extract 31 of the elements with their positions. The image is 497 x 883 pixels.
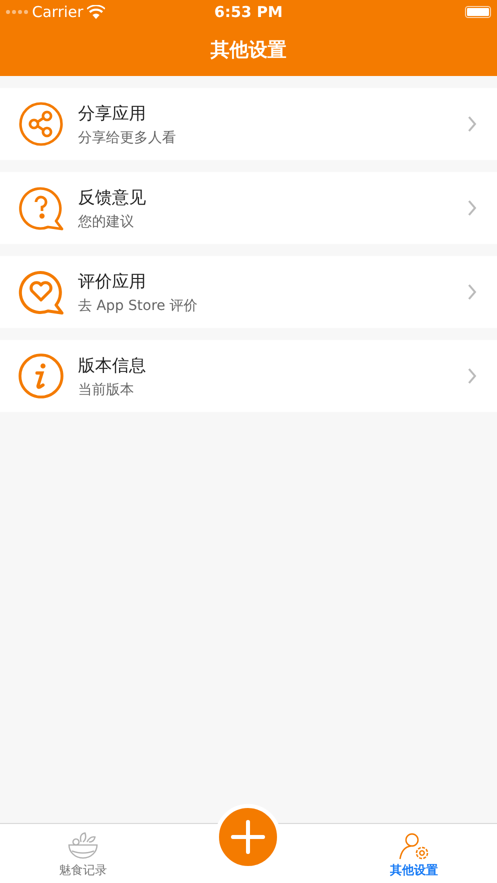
status-time: 6:53 PM — [214, 3, 283, 21]
row-subtitle: 分享给更多人看 — [78, 128, 177, 146]
row-subtitle: 您的建议 — [78, 212, 135, 230]
chevron-icon — [467, 368, 477, 384]
info-icon — [18, 353, 64, 399]
settings-row[interactable]: 版本信息 当前版本 — [0, 340, 497, 412]
salad-bowl-icon — [66, 832, 99, 860]
carrier-label: Carrier — [32, 3, 84, 21]
nav-title: 其他设置 — [210, 38, 286, 63]
row-title: 版本信息 — [78, 354, 147, 376]
battery-icon — [465, 6, 491, 18]
signal-icon — [6, 10, 28, 14]
chevron-icon — [467, 200, 477, 216]
settings-row[interactable]: 反馈意见 您的建议 — [0, 172, 497, 244]
row-title: 评价应用 — [78, 270, 147, 292]
chevron-icon — [467, 116, 477, 132]
heart-bubble-icon — [18, 269, 64, 315]
row-title: 反馈意见 — [78, 186, 147, 208]
share-icon — [18, 101, 64, 147]
row-title: 分享应用 — [78, 102, 147, 124]
question-bubble-icon — [18, 185, 64, 231]
person-gear-icon — [398, 832, 430, 860]
tab-item[interactable]: 魅食记录 — [0, 824, 166, 883]
row-subtitle: 去 App Store 评价 — [78, 296, 199, 314]
settings-row[interactable]: 评价应用 去 App Store 评价 — [0, 256, 497, 328]
tab-item[interactable]: 其他设置 — [331, 824, 497, 883]
settings-row[interactable]: 分享应用 分享给更多人看 — [0, 88, 497, 160]
row-subtitle: 当前版本 — [78, 380, 135, 398]
chevron-icon — [467, 284, 477, 300]
wifi-icon — [87, 5, 106, 19]
plus-icon — [230, 819, 266, 855]
